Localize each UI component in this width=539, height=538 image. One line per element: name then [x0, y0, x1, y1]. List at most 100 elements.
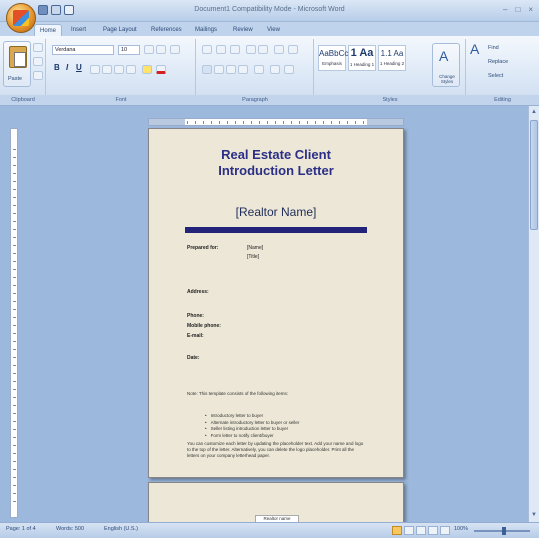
change-styles-button[interactable]: A Change Styles — [432, 43, 460, 87]
style-emphasis-sample: AaBbCcD — [319, 49, 355, 58]
italic-icon[interactable]: I — [66, 63, 68, 72]
paste-icon — [9, 46, 27, 68]
subscript-icon[interactable] — [102, 65, 112, 74]
draft-view-icon[interactable] — [440, 526, 450, 535]
clipboard-group-label: Clipboard — [0, 95, 46, 105]
scroll-down-arrow-icon[interactable]: ▼ — [530, 511, 538, 520]
language-status[interactable]: English (U.S.) — [104, 526, 138, 532]
office-button[interactable] — [6, 3, 36, 33]
document-page-2[interactable]: Realtor name — [148, 482, 404, 523]
tab-view[interactable]: View — [262, 24, 285, 36]
left-margin-marker[interactable] — [149, 119, 185, 125]
clear-formatting-icon[interactable] — [170, 45, 180, 54]
zoom-slider[interactable] — [474, 527, 530, 535]
list-item: Seller listing introduction letter to bu… — [205, 426, 299, 433]
replace-button[interactable]: Replace — [488, 59, 508, 65]
realtor-name-placeholder[interactable]: [Realtor Name] — [149, 205, 403, 219]
line-spacing-icon[interactable] — [254, 65, 264, 74]
print-layout-view-icon[interactable] — [392, 526, 402, 535]
zoom-level[interactable]: 100% — [454, 526, 468, 532]
items-list: Introductory letter to buyer Alternate i… — [205, 413, 300, 439]
copy-icon[interactable] — [33, 57, 43, 66]
scroll-up-arrow-icon[interactable]: ▲ — [530, 108, 538, 117]
editing-group: A Find Replace Select — [466, 39, 539, 95]
sort-icon[interactable] — [274, 45, 284, 54]
maximize-button[interactable]: □ — [515, 5, 520, 14]
highlight-icon[interactable] — [142, 65, 152, 74]
tab-mailings[interactable]: Mailings — [190, 24, 222, 36]
document-page-1[interactable]: Real Estate Client Introduction Letter [… — [148, 128, 404, 478]
find-button[interactable]: Find — [488, 45, 499, 51]
cut-icon[interactable] — [33, 43, 43, 52]
word-count-status[interactable]: Words: 500 — [56, 526, 84, 532]
shading-icon[interactable] — [270, 65, 280, 74]
align-center-icon[interactable] — [214, 65, 224, 74]
tab-page-layout[interactable]: Page Layout — [98, 24, 142, 36]
close-button[interactable]: × — [528, 5, 533, 14]
outline-view-icon[interactable] — [428, 526, 438, 535]
title-bar: Document1 Compatibility Mode - Microsoft… — [0, 0, 539, 22]
change-case-icon[interactable] — [126, 65, 136, 74]
page-count-status[interactable]: Page: 1 of 4 — [6, 526, 36, 532]
styles-group: AaBbCcD Emphasis 1 Aa 1 Heading 1 1.1 Aa… — [314, 39, 466, 95]
change-styles-icon: A — [439, 48, 449, 64]
font-group-label: Font — [46, 95, 196, 105]
underline-icon[interactable]: U — [76, 63, 82, 72]
ruler-ticks — [187, 121, 365, 124]
phone-label: Phone: — [187, 313, 204, 319]
status-bar: Page: 1 of 4 Words: 500 English (U.S.) 1… — [0, 522, 539, 538]
font-color-icon[interactable] — [156, 65, 166, 74]
bullets-icon[interactable] — [202, 45, 212, 54]
bold-icon[interactable]: B — [54, 63, 60, 72]
tab-home[interactable]: Home — [34, 24, 63, 36]
closing-text: You can customize each letter by updatin… — [187, 441, 364, 458]
intro-text: Note: This template consists of the foll… — [187, 391, 288, 396]
align-right-icon[interactable] — [226, 65, 236, 74]
email-label: E-mail: — [187, 333, 204, 339]
full-screen-view-icon[interactable] — [404, 526, 414, 535]
numbering-icon[interactable] — [216, 45, 226, 54]
format-painter-icon[interactable] — [33, 71, 43, 80]
style-heading-1[interactable]: 1 Aa 1 Heading 1 — [348, 45, 376, 71]
align-left-icon[interactable] — [202, 65, 212, 74]
tab-review[interactable]: Review — [228, 24, 258, 36]
decrease-indent-icon[interactable] — [246, 45, 256, 54]
select-button[interactable]: Select — [488, 73, 503, 79]
tab-insert[interactable]: Insert — [66, 24, 91, 36]
ribbon-tabs: Home Insert Page Layout References Maili… — [0, 22, 539, 36]
grow-font-icon[interactable] — [144, 45, 154, 54]
font-family-select[interactable]: Verdana — [52, 45, 114, 55]
prepared-for-title[interactable]: [Title] — [247, 254, 259, 260]
style-heading-2[interactable]: 1.1 Aa 1 Heading 2 — [378, 45, 406, 71]
window-controls: – □ × — [503, 5, 533, 14]
right-margin-marker[interactable] — [367, 119, 403, 125]
scrollbar-thumb[interactable] — [530, 120, 538, 230]
minimize-button[interactable]: – — [503, 5, 507, 14]
paragraph-group-label: Paragraph — [196, 95, 314, 105]
vertical-scrollbar[interactable]: ▲ ▼ — [528, 106, 539, 522]
shrink-font-icon[interactable] — [156, 45, 166, 54]
ribbon: Paste Clipboard Verdana 10 B I U Font Pa… — [0, 36, 539, 106]
style-heading-1-name: 1 Heading 1 — [349, 62, 375, 67]
window-title: Document1 Compatibility Mode - Microsoft… — [194, 6, 345, 13]
font-size-select[interactable]: 10 — [118, 45, 140, 55]
zoom-slider-thumb[interactable] — [502, 527, 506, 535]
web-layout-view-icon[interactable] — [416, 526, 426, 535]
vertical-ruler[interactable] — [10, 128, 18, 518]
style-emphasis[interactable]: AaBbCcD Emphasis — [318, 45, 355, 71]
date-label: Date: — [187, 355, 200, 361]
show-formatting-icon[interactable] — [288, 45, 298, 54]
prepared-for-name[interactable]: [Name] — [247, 245, 263, 251]
increase-indent-icon[interactable] — [258, 45, 268, 54]
prepared-for-label: Prepared for: — [187, 245, 219, 251]
change-styles-label: Change Styles — [439, 74, 455, 84]
justify-icon[interactable] — [238, 65, 248, 74]
borders-icon[interactable] — [284, 65, 294, 74]
superscript-icon[interactable] — [114, 65, 124, 74]
font-group: Verdana 10 B I U — [46, 39, 196, 95]
paste-button[interactable]: Paste — [3, 41, 31, 87]
horizontal-ruler[interactable] — [148, 118, 404, 126]
strikethrough-icon[interactable] — [90, 65, 100, 74]
tab-references[interactable]: References — [146, 24, 187, 36]
multilevel-list-icon[interactable] — [230, 45, 240, 54]
